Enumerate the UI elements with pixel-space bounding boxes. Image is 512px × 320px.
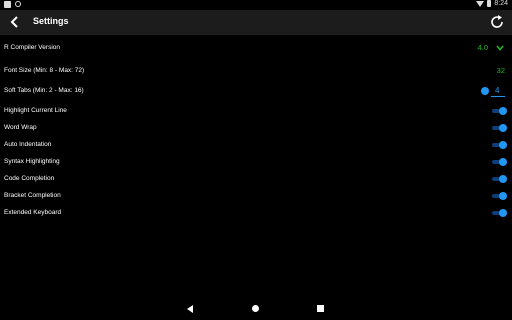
setting-soft-tabs[interactable]: Soft Tabs (Min: 2 - Max: 16) 4 — [0, 83, 512, 99]
code-completion-switch[interactable] — [492, 175, 507, 183]
setting-word-wrap[interactable]: Word Wrap — [0, 120, 512, 136]
app-toolbar: Settings — [0, 10, 512, 35]
switch-thumb — [499, 141, 507, 149]
setting-label: Font Size (Min: 8 - Max: 72) — [4, 67, 85, 74]
input-underline — [491, 96, 505, 97]
switch-thumb — [499, 158, 507, 166]
setting-label: Soft Tabs (Min: 2 - Max: 16) — [4, 87, 84, 94]
sync-icon — [15, 1, 21, 7]
setting-code-completion[interactable]: Code Completion — [0, 171, 512, 187]
setting-highlight-current-line[interactable]: Highlight Current Line — [0, 103, 512, 119]
setting-label: R Compiler Version — [4, 44, 60, 51]
setting-extended-keyboard[interactable]: Extended Keyboard — [0, 205, 512, 221]
reset-button[interactable] — [488, 13, 506, 31]
switch-thumb — [499, 209, 507, 217]
compiler-version-value[interactable]: 4.0 — [478, 43, 488, 52]
soft-tabs-toggle[interactable] — [481, 87, 489, 95]
soft-tabs-input[interactable]: 4 — [491, 86, 505, 97]
setting-auto-indentation[interactable]: Auto Indentation — [0, 137, 512, 153]
arrow-back-icon — [10, 16, 18, 28]
auto-indentation-switch[interactable] — [492, 141, 507, 149]
status-time: 8:24 — [494, 0, 508, 7]
soft-tabs-value: 4 — [495, 86, 500, 95]
setting-label: Code Completion — [4, 175, 55, 182]
setting-label: Auto Indentation — [4, 141, 52, 148]
status-bar: 8:24 — [0, 0, 512, 10]
setting-r-compiler-version[interactable]: R Compiler Version 4.0 — [0, 40, 512, 56]
battery-icon — [487, 0, 492, 7]
extended-keyboard-switch[interactable] — [492, 209, 507, 217]
bracket-completion-switch[interactable] — [492, 192, 507, 200]
setting-label: Extended Keyboard — [4, 209, 62, 216]
syntax-highlighting-switch[interactable] — [492, 158, 507, 166]
switch-thumb — [499, 192, 507, 200]
switch-thumb — [499, 175, 507, 183]
notification-icon — [4, 1, 11, 8]
setting-bracket-completion[interactable]: Bracket Completion — [0, 188, 512, 204]
wifi-icon — [476, 0, 485, 7]
switch-thumb — [499, 124, 507, 132]
font-size-value[interactable]: 32 — [497, 66, 505, 75]
setting-font-size[interactable]: Font Size (Min: 8 - Max: 72) 32 — [0, 63, 512, 79]
chevron-down-icon[interactable] — [496, 45, 504, 51]
setting-label: Word Wrap — [4, 124, 37, 131]
system-nav-bar — [0, 298, 512, 320]
setting-label: Highlight Current Line — [4, 107, 67, 114]
setting-label: Syntax Highlighting — [4, 158, 60, 165]
back-button[interactable] — [6, 14, 22, 30]
highlight-current-line-switch[interactable] — [492, 107, 507, 115]
nav-back-icon[interactable] — [187, 305, 193, 313]
word-wrap-switch[interactable] — [492, 124, 507, 132]
nav-recents-icon[interactable] — [317, 305, 324, 312]
switch-thumb — [499, 107, 507, 115]
setting-syntax-highlighting[interactable]: Syntax Highlighting — [0, 154, 512, 170]
refresh-icon — [491, 15, 503, 28]
setting-label: Bracket Completion — [4, 192, 61, 199]
page-title: Settings — [33, 16, 69, 26]
nav-home-icon[interactable] — [252, 305, 259, 312]
